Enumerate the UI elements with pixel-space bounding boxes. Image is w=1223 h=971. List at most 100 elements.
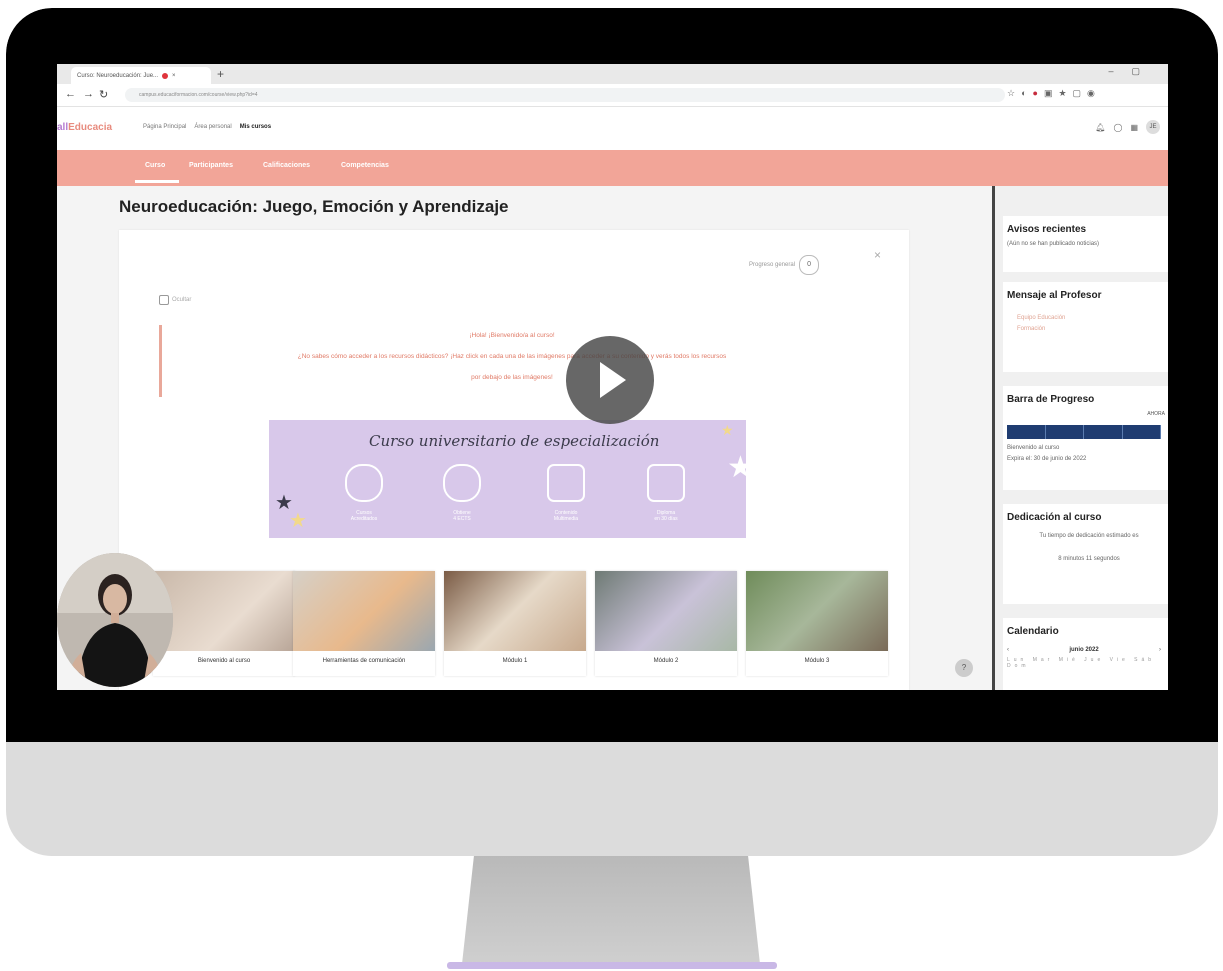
nav-personal-area[interactable]: Área personal xyxy=(194,124,231,130)
module-image xyxy=(153,571,295,651)
block-recent-news: Avisos recientes (Aún no se han publicad… xyxy=(1003,216,1168,272)
close-tab-icon[interactable]: × xyxy=(172,73,176,79)
screen: Curso: Neuroeducación: Jue... × + –▢ ← →… xyxy=(57,64,1168,690)
presenter-video xyxy=(57,553,173,687)
block-text: (Aún no se han publicado noticias) xyxy=(1007,241,1100,247)
recording-icon xyxy=(162,72,169,79)
star-icon: ★ xyxy=(721,422,734,438)
window-controls[interactable]: –▢ xyxy=(1108,66,1158,77)
module-label: Módulo 1 xyxy=(502,658,528,664)
calendar-header: ‹ junio 2022 › xyxy=(1003,637,1168,653)
module-tile-2[interactable]: Módulo 2 xyxy=(595,571,737,676)
tab-competencies[interactable]: Competencias xyxy=(341,162,389,169)
calendar-month: junio 2022 xyxy=(1069,647,1099,653)
page-title: Neuroeducación: Juego, Emoción y Aprendi… xyxy=(119,197,509,216)
block-title: Calendario xyxy=(1007,626,1059,637)
welcome-line-1: ¡Hola! ¡Bienvenido/a al curso! xyxy=(469,332,555,339)
calendar-prev-icon[interactable]: ‹ xyxy=(1007,647,1009,653)
logo-prefix: all xyxy=(57,122,69,133)
block-calendar: Calendario ‹ junio 2022 › Lun Mar Mié Ju… xyxy=(1003,618,1168,690)
welcome-line-2: ¿No sabes cómo acceder a los recursos di… xyxy=(297,353,727,360)
site-logo[interactable]: allEducacia xyxy=(57,122,112,133)
feature-diploma: Diploma en 30 días xyxy=(631,464,701,522)
play-button[interactable] xyxy=(566,336,654,424)
general-progress: Progreso general 0 xyxy=(749,255,820,275)
hide-label: Ocultar xyxy=(172,297,192,303)
course-nav: Curso Participantes Calificaciones Compe… xyxy=(57,150,1168,186)
right-sidebar: Avisos recientes (Aún no se han publicad… xyxy=(992,186,1168,690)
browser-tab[interactable]: Curso: Neuroeducación: Jue... × xyxy=(71,67,211,84)
tab-participants[interactable]: Participantes xyxy=(189,162,233,169)
progress-date: Expira el: 30 de junio de 2022 xyxy=(1007,456,1087,462)
chat-icon[interactable]: ◯ xyxy=(1113,123,1122,132)
course-banner: Curso universitario de especialización ★… xyxy=(269,420,746,538)
block-title: Barra de Progreso xyxy=(1007,394,1095,405)
header-icons: 🔔︎ ◯ ▦ JE xyxy=(1095,120,1160,134)
help-icon[interactable]: ? xyxy=(955,659,973,677)
teacher-name: Equipo Educación xyxy=(1017,315,1066,321)
module-label: Bienvenido al curso xyxy=(197,658,251,664)
feature-line: 4 ECTS xyxy=(453,516,471,522)
feature-multimedia: Contenido Multimedia xyxy=(531,464,601,522)
module-tiles: Bienvenido al curso Herramientas de comu… xyxy=(153,571,993,683)
close-icon[interactable]: × xyxy=(874,248,881,262)
nav-my-courses[interactable]: Mis cursos xyxy=(240,124,271,130)
module-label: Módulo 2 xyxy=(653,658,679,664)
module-image xyxy=(746,571,888,651)
tab-title: Curso: Neuroeducación: Jue... xyxy=(77,72,159,79)
module-tile-communication[interactable]: Herramientas de comunicación xyxy=(293,571,435,676)
monitor-stand xyxy=(462,856,760,964)
bell-icon[interactable]: 🔔︎ xyxy=(1095,123,1105,132)
banner-title: Curso universitario de especialización xyxy=(369,432,660,450)
block-dedication: Dedicación al curso Tu tiempo de dedicac… xyxy=(1003,504,1168,604)
new-tab-icon[interactable]: + xyxy=(217,67,224,81)
tab-course[interactable]: Curso xyxy=(145,162,165,169)
block-title: Mensaje al Profesor xyxy=(1007,290,1102,301)
block-title: Dedicación al curso xyxy=(1007,512,1102,523)
active-tab-indicator xyxy=(135,180,179,183)
module-tile-welcome[interactable]: Bienvenido al curso xyxy=(153,571,295,676)
module-tile-1[interactable]: Módulo 1 xyxy=(444,571,586,676)
reload-icon[interactable]: ↻ xyxy=(99,88,108,101)
progress-now-label: AHORA xyxy=(1147,411,1165,417)
block-message-teacher: Mensaje al Profesor Equipo Educación For… xyxy=(1003,282,1168,372)
progress-bar[interactable] xyxy=(1007,425,1161,439)
calendar-weekdays: Lun Mar Mié Jue Vie Sáb Dom xyxy=(1007,657,1156,669)
progress-item[interactable]: Bienvenido al curso xyxy=(1003,439,1168,454)
welcome-line-3: por debajo de las imágenes! xyxy=(471,374,553,381)
dedication-text: Tu tiempo de dedicación estimado es xyxy=(1039,533,1139,539)
block-title: Avisos recientes xyxy=(1007,224,1087,235)
tab-grades[interactable]: Calificaciones xyxy=(263,162,310,169)
url-field[interactable]: campus.educaciformacion.com/course/view.… xyxy=(125,88,1005,102)
progress-label: Progreso general xyxy=(749,262,796,268)
medal-icon xyxy=(345,464,383,502)
hide-icon xyxy=(159,295,169,305)
top-nav: Página Principal Área personal Mis curso… xyxy=(143,124,271,130)
site-header: allEducacia Página Principal Área person… xyxy=(57,107,1168,150)
star-icon: ★ xyxy=(727,451,746,484)
module-tile-3[interactable]: Módulo 3 xyxy=(746,571,888,676)
dedication-time: 8 minutos 11 segundos xyxy=(1058,556,1120,562)
monitor-stand-base xyxy=(447,962,777,969)
feature-line: en 30 días xyxy=(654,516,678,522)
module-image xyxy=(293,571,435,651)
address-bar: ← → ↻ campus.educaciformacion.com/course… xyxy=(57,84,1168,107)
browser-tab-bar: Curso: Neuroeducación: Jue... × + –▢ xyxy=(57,64,1168,84)
diploma-icon xyxy=(647,464,685,502)
teacher-name-2: Formación xyxy=(1017,326,1046,332)
welcome-message: ¡Hola! ¡Bienvenido/a al curso! ¿No sabes… xyxy=(159,325,862,397)
nav-home[interactable]: Página Principal xyxy=(143,124,186,130)
user-avatar[interactable]: JE xyxy=(1146,120,1160,134)
back-arrow-icon[interactable]: ← xyxy=(65,88,76,100)
feature-accredited: Cursos Acreditados xyxy=(329,464,399,522)
webcam-overlay xyxy=(57,553,173,687)
forward-arrow-icon[interactable]: → xyxy=(83,88,94,100)
teacher-link[interactable]: Equipo Educación Formación xyxy=(1003,301,1168,335)
extensions-icons[interactable]: ☆◐●▣★▢◉ xyxy=(1007,88,1101,99)
feature-ects: Obtiene 4 ECTS xyxy=(427,464,497,522)
hide-section-link[interactable]: Ocultar xyxy=(159,295,191,305)
clock-icon xyxy=(443,464,481,502)
grid-icon[interactable]: ▦ xyxy=(1130,123,1138,132)
calendar-next-icon[interactable]: › xyxy=(1159,647,1161,653)
block-progress-bar: Barra de Progreso AHORA Bienvenido al cu… xyxy=(1003,386,1168,490)
